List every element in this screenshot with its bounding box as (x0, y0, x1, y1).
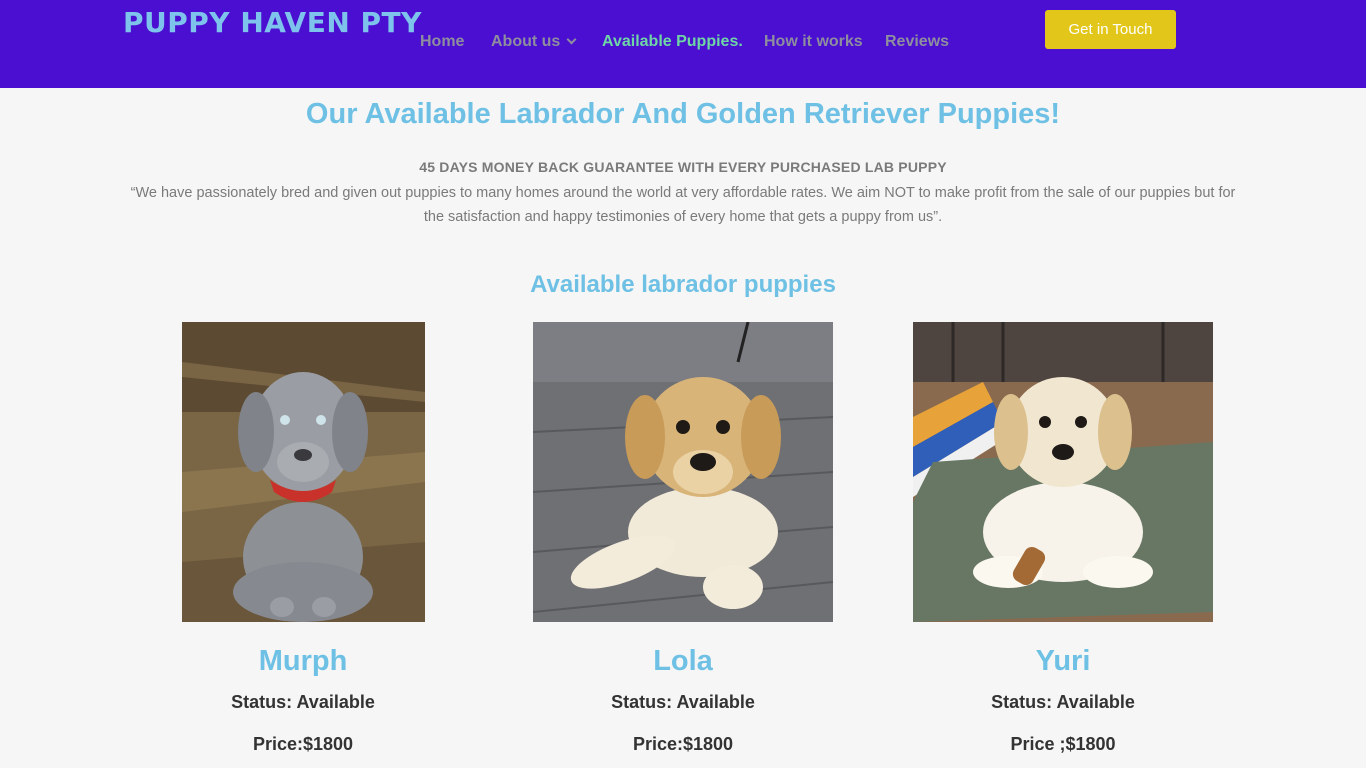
chevron-down-icon (566, 34, 577, 45)
nav-item-about-us[interactable]: About us (491, 33, 577, 51)
puppy-status: Status: Available (611, 692, 755, 712)
nav-item-reviews[interactable]: Reviews (885, 33, 949, 51)
nav-item-available-puppies[interactable]: Available Puppies. (602, 33, 743, 51)
cream-labrador-puppy-photo[interactable] (913, 322, 1213, 622)
puppy-price: Price:$1800 (632, 734, 734, 754)
nav-item-label: Available Puppies. (602, 33, 743, 50)
nav-item-label: Home (420, 33, 465, 50)
puppy-name: Yuri (1035, 645, 1091, 677)
puppy-card-yuri: Yuri Status: Available Price ;$1800 (913, 322, 1213, 756)
puppy-card-lola: Lola Status: Available Price:$1800 (533, 322, 833, 756)
puppy-name: Murph (258, 645, 348, 677)
puppy-card-murph: Murph Status: Available Price:$1800 (153, 322, 453, 756)
puppy-price: Price:$1800 (252, 734, 354, 754)
nav-item-home[interactable]: Home (420, 33, 464, 51)
site-logo[interactable]: PUPPY HAVEN PTY (123, 6, 422, 39)
puppy-name: Lola (653, 645, 713, 677)
site-header: PUPPY HAVEN PTY Home About us Available … (0, 0, 1366, 88)
puppy-price: Price ;$1800 (1010, 734, 1116, 754)
guarantee-banner: 45 DAYS MONEY BACK GUARANTEE WITH EVERY … (419, 159, 947, 175)
page-title: Our Available Labrador And Golden Retrie… (305, 98, 1061, 130)
intro-text: “We have passionately bred and given out… (130, 185, 1236, 225)
puppy-status: Status: Available (231, 692, 375, 712)
get-in-touch-button[interactable]: Get in Touch (1045, 10, 1176, 49)
section-title: Available labrador puppies (530, 271, 836, 298)
nav-item-label: How it works (764, 33, 863, 50)
nav-item-how-it-works[interactable]: How it works (764, 33, 863, 51)
nav-item-label: About us (491, 33, 561, 50)
nav-item-label: Reviews (885, 33, 950, 50)
puppy-status: Status: Available (991, 692, 1135, 712)
silver-labrador-puppy-photo[interactable] (181, 322, 425, 622)
yellow-labrador-puppy-photo[interactable] (533, 322, 833, 622)
